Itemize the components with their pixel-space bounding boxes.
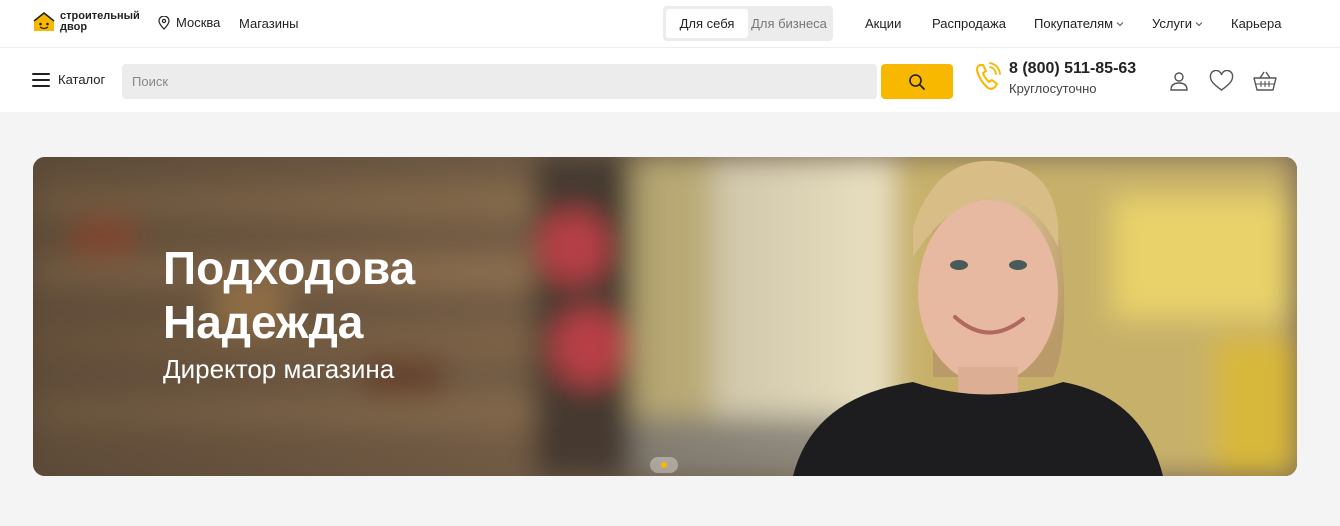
nav-career[interactable]: Карьера bbox=[1231, 16, 1282, 31]
nav-label: Акции bbox=[865, 16, 902, 31]
city-selector[interactable]: Москва bbox=[158, 15, 220, 30]
search-input[interactable] bbox=[122, 64, 877, 99]
slider-pagination bbox=[650, 457, 678, 473]
chevron-down-icon bbox=[1116, 21, 1124, 26]
banner-role: Директор магазина bbox=[163, 354, 395, 384]
logo-text: строительный двор bbox=[60, 10, 140, 33]
phone-number: 8 (800) 511-85-63 bbox=[1009, 60, 1137, 77]
segment-personal[interactable]: Для себя bbox=[666, 9, 748, 38]
location-pin-icon bbox=[158, 15, 170, 30]
basket-icon[interactable] bbox=[1253, 70, 1277, 92]
catalog-button[interactable]: Каталог bbox=[32, 72, 105, 87]
audience-switch: Для себя Для бизнеса bbox=[663, 6, 833, 41]
catalog-label: Каталог bbox=[58, 72, 106, 87]
nav-label: Распродажа bbox=[932, 16, 1006, 31]
nav-label: Услуги bbox=[1152, 16, 1192, 31]
city-label: Москва bbox=[176, 15, 221, 30]
banner-text: Подходова Надежда Директор магазина bbox=[163, 241, 415, 385]
house-logo-icon bbox=[33, 11, 55, 31]
header-bar: Каталог 8 (800) 511-85-63 Круглосуточно bbox=[0, 48, 1340, 112]
banner-name-line2: Надежда bbox=[163, 296, 364, 348]
site-logo[interactable]: строительный двор bbox=[32, 10, 140, 34]
phone-hours: Круглосуточно bbox=[1009, 81, 1097, 96]
search-button[interactable] bbox=[881, 64, 953, 99]
stores-link[interactable]: Магазины bbox=[239, 16, 299, 31]
chevron-down-icon bbox=[1195, 21, 1203, 26]
nav-label: Карьера bbox=[1231, 16, 1282, 31]
phone-icon bbox=[976, 62, 1001, 90]
nav-services[interactable]: Услуги bbox=[1152, 16, 1203, 31]
hero-banner[interactable]: Подходова Надежда Директор магазина bbox=[33, 157, 1297, 476]
nav-promotions[interactable]: Акции bbox=[865, 16, 901, 31]
banner-name-line1: Подходова bbox=[163, 242, 416, 294]
search-icon bbox=[909, 73, 925, 90]
heart-icon[interactable] bbox=[1209, 70, 1234, 92]
user-icon[interactable] bbox=[1168, 70, 1190, 92]
phone-contact[interactable]: 8 (800) 511-85-63 Круглосуточно bbox=[975, 60, 1136, 96]
nav-label: Покупателям bbox=[1034, 16, 1114, 31]
top-bar: строительный двор Москва Магазины Для се… bbox=[0, 0, 1340, 48]
nav-customers[interactable]: Покупателям bbox=[1034, 16, 1124, 31]
slider-dot-active[interactable] bbox=[661, 462, 667, 468]
menu-icon bbox=[32, 72, 50, 87]
segment-business[interactable]: Для бизнеса bbox=[748, 9, 830, 38]
nav-sale[interactable]: Распродажа bbox=[932, 16, 1006, 31]
